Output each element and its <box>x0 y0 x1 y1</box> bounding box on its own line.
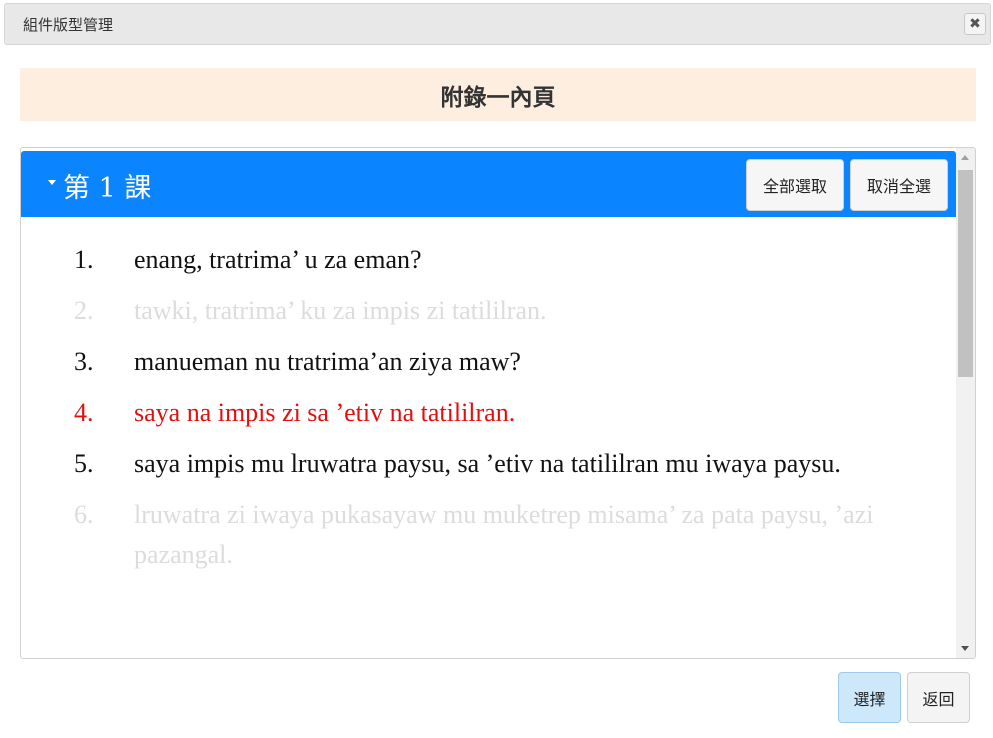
sentence-item[interactable]: 6. lruwatra zi iwaya pukasayaw mu muketre… <box>21 495 951 575</box>
scroll-up-arrow-icon[interactable] <box>961 155 969 160</box>
sentence-item[interactable]: 4. saya na impis zi sa ’etiv na tatililra… <box>21 393 951 433</box>
sentence-list: 1. enang, tratrima’ u za eman? 2. tawki, tr… <box>21 240 951 586</box>
scrollbar-thumb[interactable] <box>958 170 973 377</box>
caret-down-icon[interactable] <box>48 180 56 185</box>
sentence-item[interactable]: 3. manueman nu tratrima’an ziya maw? <box>21 342 951 382</box>
sentence-item[interactable]: 5. saya impis mu lruwatra paysu, sa ’etiv… <box>21 444 951 484</box>
sentence-text: saya impis mu lruwatra paysu, sa ’etiv n… <box>134 449 841 478</box>
scrollbar[interactable] <box>956 148 975 658</box>
sentence-item[interactable]: 2. tawki, tratrima’ ku za impis zi tatili… <box>21 291 951 331</box>
close-icon[interactable]: ✖ <box>964 13 986 35</box>
sentence-text: tawki, tratrima’ ku za impis zi tatililr… <box>134 296 547 325</box>
back-button[interactable]: 返回 <box>907 672 970 723</box>
sentence-number: 6. <box>74 500 94 529</box>
section-heading-bar: 附錄一內頁 <box>20 68 976 121</box>
deselect-all-button[interactable]: 取消全選 <box>850 159 948 211</box>
lesson-panel: 第 1 課 全部選取 取消全選 1. enang, tratrima’ u za … <box>20 147 976 659</box>
sentence-number: 5. <box>74 449 94 478</box>
dialog-titlebar: 組件版型管理 ✖ <box>4 3 991 45</box>
sentence-number: 2. <box>74 296 94 325</box>
section-heading: 附錄一內頁 <box>440 84 556 111</box>
scroll-down-arrow-icon[interactable] <box>961 646 969 651</box>
sentence-text: saya na impis zi sa ’etiv na tatililran. <box>134 398 516 427</box>
dialog-title: 組件版型管理 <box>23 16 114 34</box>
sentence-number: 1. <box>74 245 94 274</box>
select-all-button[interactable]: 全部選取 <box>746 159 844 211</box>
sentence-number: 4. <box>74 398 94 427</box>
lesson-title[interactable]: 第 1 課 <box>63 166 151 205</box>
sentence-text: enang, tratrima’ u za eman? <box>134 245 422 274</box>
sentence-number: 3. <box>74 347 94 376</box>
lesson-header[interactable]: 第 1 課 全部選取 取消全選 <box>21 151 956 217</box>
select-button[interactable]: 選擇 <box>838 672 901 723</box>
sentence-text: manueman nu tratrima’an ziya maw? <box>134 347 521 376</box>
sentence-text: lruwatra zi iwaya pukasayaw mu muketrep … <box>134 500 874 569</box>
sentence-item[interactable]: 1. enang, tratrima’ u za eman? <box>21 240 951 280</box>
